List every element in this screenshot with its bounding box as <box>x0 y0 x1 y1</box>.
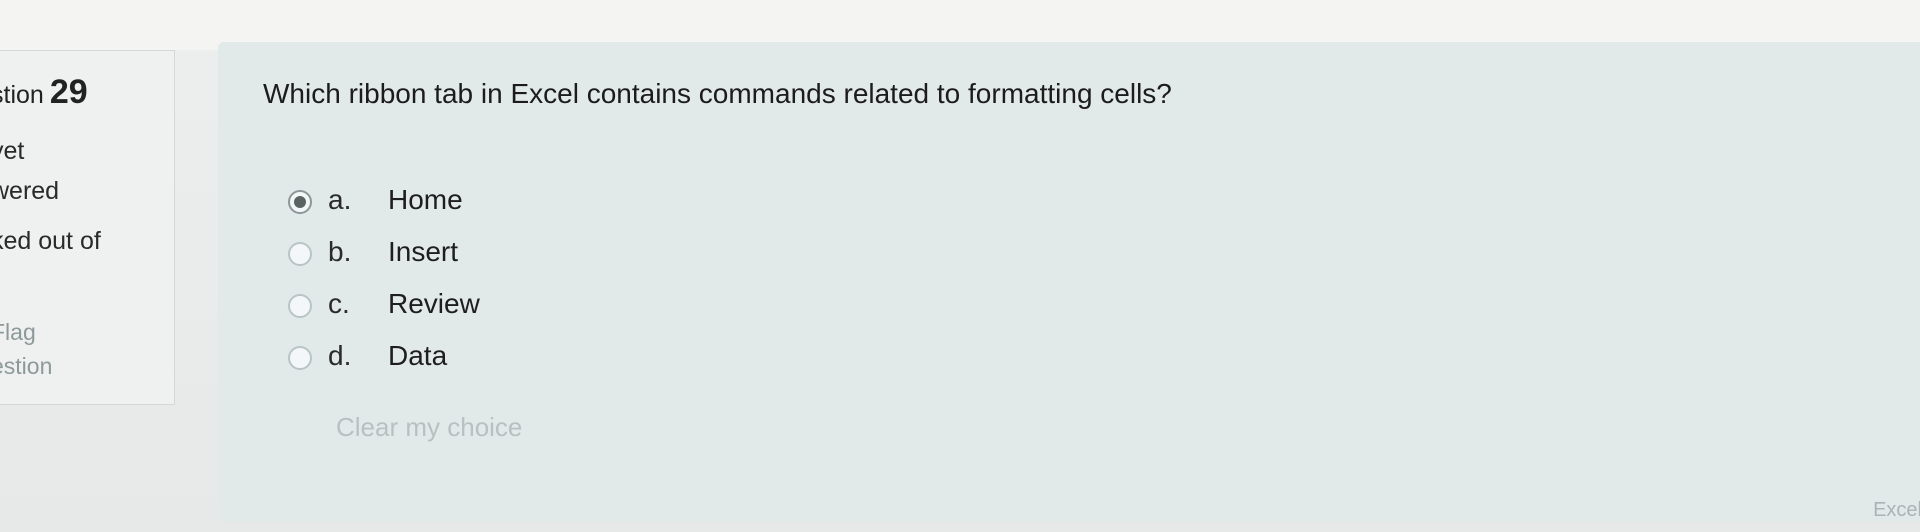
question-number-heading: stion29 <box>0 73 88 112</box>
answer-text-c[interactable]: Review <box>388 288 480 320</box>
answer-letter-d: d. <box>328 340 352 371</box>
radio-button-c[interactable] <box>288 294 312 318</box>
answer-text-d[interactable]: Data <box>388 340 447 372</box>
answer-text-b[interactable]: Insert <box>388 236 458 268</box>
radio-button-d[interactable] <box>288 346 312 370</box>
status-line-2: wered <box>0 177 60 205</box>
flag-link-line1[interactable]: Flag <box>0 319 36 345</box>
next-question-preview-text: Excel <box>1873 499 1920 521</box>
question-label: stion <box>0 81 44 109</box>
answer-option-d[interactable]: d. Data <box>288 340 588 380</box>
answer-option-a[interactable]: a. Home <box>288 184 588 224</box>
answer-option-c[interactable]: c. Review <box>288 288 588 328</box>
radio-button-a[interactable] <box>288 190 312 214</box>
flag-question-link[interactable]: Flag <box>0 319 36 346</box>
radio-button-b[interactable] <box>288 242 312 266</box>
status-line-1: yet <box>0 137 25 165</box>
question-text: Which ribbon tab in Excel contains comma… <box>263 78 1172 109</box>
question-number: 29 <box>49 73 88 111</box>
answer-text-a[interactable]: Home <box>388 184 463 216</box>
answer-letter-a: a. <box>328 184 352 215</box>
flag-link-line2[interactable]: estion <box>0 353 52 379</box>
answer-letter-b: b. <box>328 236 352 267</box>
flag-question-link-line2[interactable]: estion <box>0 353 52 380</box>
question-info-block: stion29 yet wered ked out of ) Flag esti… <box>0 50 175 405</box>
quiz-page: stion29 yet wered ked out of ) Flag esti… <box>0 0 1920 532</box>
answer-letter-c: c. <box>328 288 350 319</box>
answer-option-b[interactable]: b. Insert <box>288 236 588 276</box>
marks-line: ked out of <box>0 227 101 255</box>
question-content-panel: Which ribbon tab in Excel contains comma… <box>218 42 1920 522</box>
clear-choice-link[interactable]: Clear my choice <box>336 412 522 443</box>
